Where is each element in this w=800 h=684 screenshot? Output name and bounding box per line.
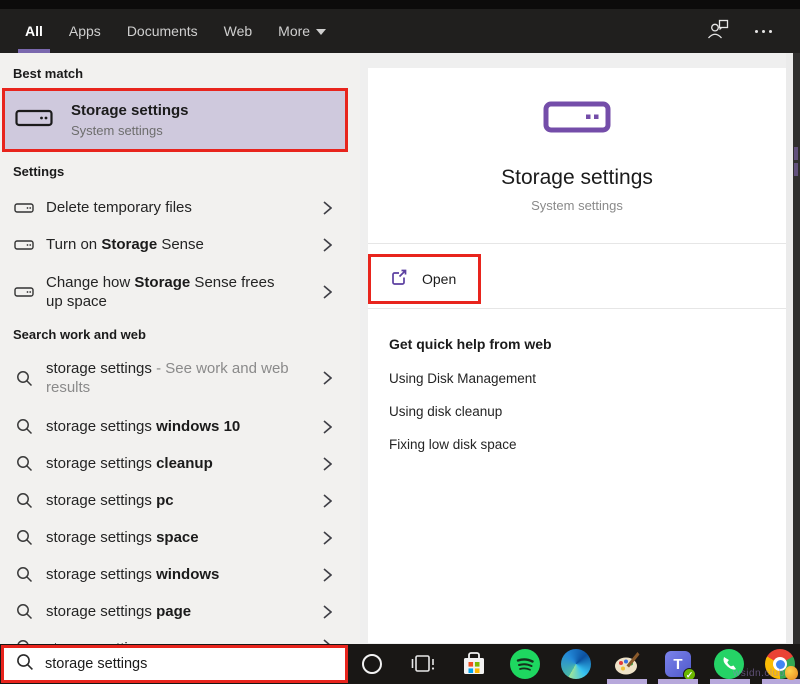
divider [368,243,786,244]
task-view-icon[interactable] [407,648,439,680]
web-suggestion-see-results[interactable]: storage settings - See work and web resu… [0,352,360,404]
chevron-down-icon [316,29,327,35]
help-link-low-disk-space[interactable]: Fixing low disk space [389,437,517,452]
search-icon [13,370,35,387]
storage-drive-icon [15,107,53,134]
search-filter-tabs: All Apps Documents Web More [0,9,333,53]
running-indicator [710,679,750,684]
web-suggestion-label: storage settings windows 10 [46,418,241,435]
chevron-right-icon [322,493,332,508]
settings-item-label: Change how Storage Sense frees up space [46,274,275,310]
web-suggestion-label: storage settings space [46,529,199,546]
microsoft-store-icon[interactable] [458,648,490,680]
paint-3d-icon[interactable] [611,648,643,680]
web-suggestion-label: storage settings - See work and web resu… [46,360,289,396]
settings-item-turn-on-storage-sense[interactable]: Turn on Storage Sense [0,226,360,263]
spotify-icon[interactable] [509,648,541,680]
chevron-right-icon [322,567,332,582]
tab-apps[interactable]: Apps [62,9,108,53]
search-icon [13,566,35,583]
chevron-right-icon [322,530,332,545]
web-suggestion-windows[interactable]: storage settings windows [0,556,360,593]
web-suggestion-cleanup[interactable]: storage settings cleanup [0,445,360,482]
watermark-text: wsidn.club [733,668,785,679]
tab-documents-label: Documents [126,23,198,39]
storage-drive-large-icon [368,100,786,134]
search-input[interactable] [45,656,345,672]
tab-more-label: More [278,23,311,39]
chevron-right-icon [322,285,332,299]
search-icon [13,492,35,509]
search-icon [13,529,35,546]
web-suggestion-windows-10[interactable]: storage settings windows 10 [0,408,360,445]
web-suggestion-label: storage settings windows [46,566,220,583]
divider [368,308,786,309]
preview-card: Storage settings System settings Open Ge… [368,68,786,643]
help-link-disk-cleanup[interactable]: Using disk cleanup [389,404,502,419]
tab-web[interactable]: Web [217,9,260,53]
search-icon [13,455,35,472]
web-suggestion-label: storage settings page [46,603,192,620]
best-match-subtitle: System settings [71,123,163,138]
search-icon [16,653,34,676]
taskbar-search-box[interactable] [1,645,348,683]
best-match-title: Storage settings [71,102,189,119]
open-button[interactable]: Open [368,254,481,304]
preview-title: Storage settings [501,166,653,189]
best-match-result-storage-settings[interactable]: Storage settings System settings [2,88,348,152]
window-edge-strip [793,53,800,644]
edge-icon[interactable] [560,648,592,680]
chevron-right-icon [322,604,332,619]
storage-drive-icon [13,202,35,214]
open-external-icon [390,268,408,291]
teams-icon[interactable]: T ✓ [662,648,696,681]
search-icon [13,418,35,435]
chevron-right-icon [322,200,332,215]
open-button-label: Open [422,271,457,287]
storage-drive-icon [13,286,35,298]
search-top-bar: All Apps Documents Web More [0,0,800,53]
web-suggestion-pc[interactable]: storage settings pc [0,482,360,519]
feedback-person-icon[interactable] [707,19,729,44]
settings-item-delete-temporary-files[interactable]: Delete temporary files [0,189,360,226]
notification-overlay [785,666,798,680]
running-indicator [762,679,800,684]
tab-apps-label: Apps [68,23,101,39]
search-web-section-header: Search work and web [13,327,146,342]
web-suggestion-label: storage settings cleanup [46,455,213,472]
ellipsis-menu-icon[interactable] [755,29,772,33]
tab-more[interactable]: More [271,9,333,53]
web-suggestion-page[interactable]: storage settings page [0,593,360,630]
tab-all-label: All [25,23,43,39]
chevron-right-icon [322,456,332,471]
settings-item-change-how-storage-sense-frees-up-space[interactable]: Change how Storage Sense frees up space [0,263,360,321]
settings-item-label: Delete temporary files [46,199,192,216]
tab-all[interactable]: All [18,9,50,53]
settings-section-header: Settings [13,164,65,179]
chevron-right-icon [322,371,332,385]
tab-documents[interactable]: Documents [120,9,205,53]
result-preview-panel: Storage settings System settings Open Ge… [360,53,800,644]
search-results-panel: Best match Storage settings System setti… [0,53,360,645]
running-indicator [607,679,647,684]
chevron-right-icon [322,237,332,252]
settings-item-label: Turn on Storage Sense [46,236,204,253]
quick-help-header: Get quick help from web [389,336,552,352]
web-suggestion-space[interactable]: storage settings space [0,519,360,556]
tab-web-label: Web [223,23,253,39]
running-indicator [658,679,698,684]
cortana-icon[interactable] [356,648,388,680]
storage-drive-icon [13,239,35,251]
help-link-disk-management[interactable]: Using Disk Management [389,371,536,386]
search-icon [13,603,35,620]
web-suggestion-label: storage settings pc [46,492,174,509]
web-suggestion-partially-hidden[interactable]: storage settings [0,630,360,645]
preview-subtitle: System settings [531,198,623,213]
best-match-header: Best match [13,66,84,81]
chevron-right-icon [322,419,332,434]
